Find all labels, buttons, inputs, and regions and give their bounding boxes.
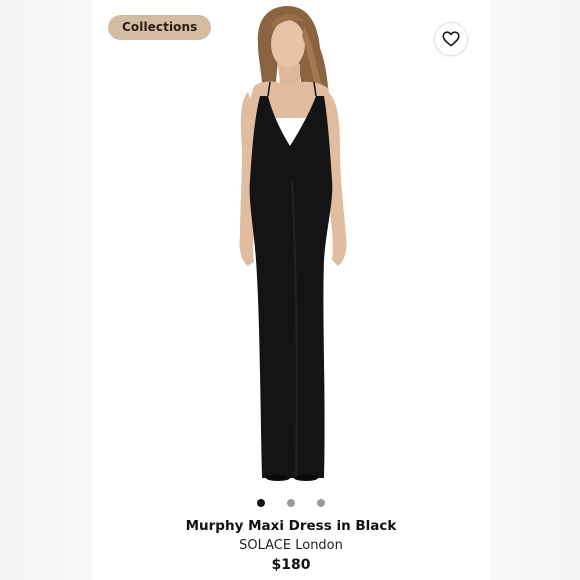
product-photo[interactable] [92, 0, 490, 490]
carousel-dot-2[interactable] [287, 499, 295, 507]
carousel-dot-1[interactable] [257, 499, 265, 507]
heart-icon [442, 31, 460, 47]
product-title[interactable]: Murphy Maxi Dress in Black [92, 518, 490, 534]
image-carousel-indicator [92, 499, 490, 509]
collections-badge[interactable]: Collections [108, 15, 212, 40]
page-background-left [0, 0, 92, 580]
product-price: $180 [271, 557, 311, 573]
listing-card[interactable]: Collections Murphy Maxi Dress in Black S… [92, 0, 490, 580]
model-dress [249, 96, 333, 478]
favorite-button[interactable] [434, 22, 468, 56]
product-brand[interactable]: SOLACE London [92, 538, 490, 553]
page-background-right [490, 0, 580, 580]
carousel-dot-3[interactable] [317, 499, 325, 507]
